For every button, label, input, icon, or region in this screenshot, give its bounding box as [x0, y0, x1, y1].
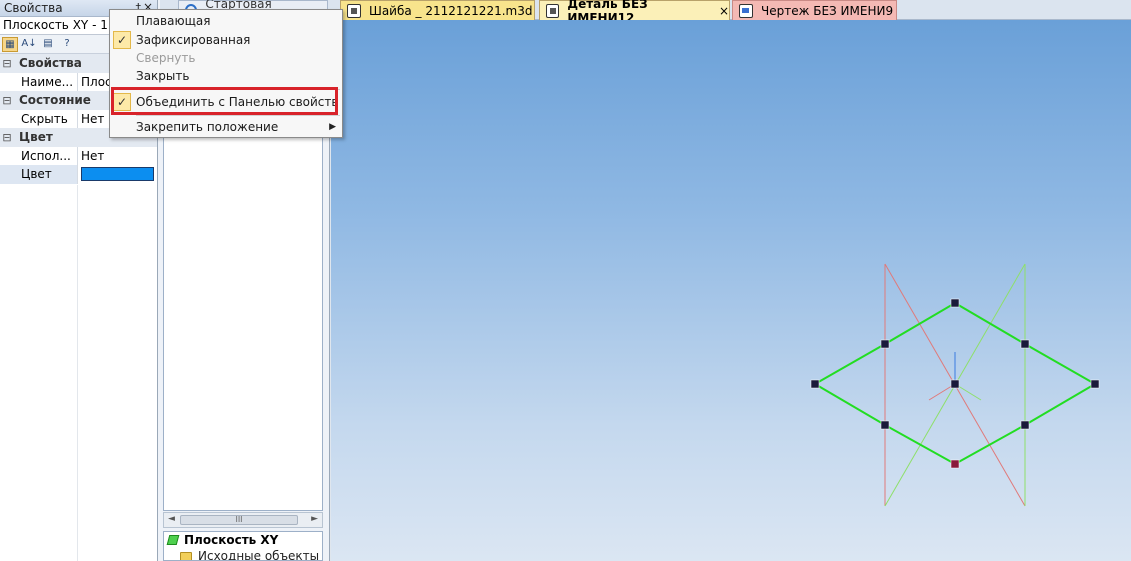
vertex-marker [810, 379, 820, 389]
plane-icon [166, 535, 180, 545]
menu-item-label: Свернуть [136, 51, 196, 65]
color-swatch[interactable] [81, 167, 154, 182]
property-key: Скрыть [0, 109, 78, 128]
scroll-thumb[interactable]: III [180, 515, 298, 525]
submenu-arrow-icon: ▶ [329, 122, 336, 132]
part-document-icon [546, 3, 560, 18]
tree-item-plane-xy[interactable]: Плоскость XY [164, 532, 322, 548]
scroll-left-icon[interactable]: ◄ [168, 514, 175, 524]
collapse-icon[interactable]: ⊟ [0, 94, 14, 107]
property-value[interactable] [78, 167, 157, 182]
highlight-annotation [111, 87, 338, 115]
properties-panel-title: Свойства [4, 1, 63, 15]
menu-item-docked[interactable]: ✓ Зафиксированная [110, 31, 342, 49]
tab-washer[interactable]: Шайба _ 2112121221.m3d [340, 0, 535, 20]
menu-item-close[interactable]: Закрыть [110, 67, 342, 85]
property-row-color[interactable]: Цвет [0, 165, 157, 184]
vertex-marker [1090, 379, 1100, 389]
checkmark-icon: ✓ [113, 31, 131, 49]
tree-item-label: Исходные объекты [198, 549, 320, 561]
context-menu: Плавающая ✓ Зафиксированная Свернуть Зак… [109, 9, 343, 138]
collapse-icon[interactable]: ⊟ [0, 57, 14, 70]
tab-label: Шайба _ 2112121221.m3d [369, 3, 533, 18]
collapse-icon[interactable]: ⊟ [0, 131, 14, 144]
close-tab-icon[interactable]: × [719, 4, 729, 18]
vertex-marker [880, 339, 890, 349]
vertex-marker [1020, 339, 1030, 349]
menu-separator [136, 115, 340, 116]
menu-item-label: Закрепить положение [136, 120, 279, 134]
part-document-icon [347, 3, 361, 18]
help-icon[interactable]: ? [59, 37, 75, 52]
origin-axes [928, 352, 982, 401]
tree-object-list: Плоскость XY Исходные объекты [163, 531, 323, 561]
vertex-markers[interactable] [810, 298, 1100, 469]
property-key: Испол... [0, 146, 78, 165]
horizontal-scrollbar[interactable]: ◄ III ► [163, 512, 323, 528]
vertex-marker [880, 420, 890, 430]
properties-pages-icon[interactable]: ▤ [40, 37, 56, 52]
category-label: Состояние [19, 93, 91, 108]
folder-icon [180, 551, 192, 560]
sort-alphabetical-icon[interactable]: A↓ [21, 37, 37, 52]
grid-empty-area [0, 185, 78, 561]
menu-item-floating[interactable]: Плавающая [110, 12, 342, 30]
menu-item-label: Закрыть [136, 69, 190, 83]
property-key: Наиме... [0, 72, 78, 91]
origin-marker [950, 379, 960, 389]
sketch-canvas [810, 263, 1100, 507]
property-value[interactable]: Нет [78, 149, 157, 163]
categorized-view-icon[interactable]: ▦ [2, 36, 18, 52]
tree-item-label: Плоскость XY [184, 533, 279, 547]
property-row-use[interactable]: Испол... Нет [0, 146, 157, 165]
tab-drawing-untitled[interactable]: Чертеж БЕЗ ИМЕНИ9 [732, 0, 897, 20]
menu-item-lock-position[interactable]: Закрепить положение ▶ [110, 118, 342, 136]
scroll-right-icon[interactable]: ► [311, 514, 318, 524]
tree-item-source-objects[interactable]: Исходные объекты [164, 548, 322, 561]
tab-part-untitled[interactable]: Деталь БЕЗ ИМЕНИ12 × [539, 0, 730, 25]
menu-item-label: Плавающая [136, 14, 211, 28]
property-key: Цвет [0, 165, 78, 184]
model-viewport[interactable] [331, 20, 1131, 561]
drawing-document-icon [739, 3, 753, 18]
menu-item-minimize: Свернуть [110, 49, 342, 67]
category-label: Цвет [19, 130, 53, 145]
tab-label: Чертеж БЕЗ ИМЕНИ9 [761, 3, 894, 18]
vertex-marker [1020, 420, 1030, 430]
vertex-marker [950, 298, 960, 308]
vertex-marker [950, 459, 960, 469]
category-label: Свойства [19, 56, 82, 71]
menu-item-label: Зафиксированная [136, 33, 251, 47]
